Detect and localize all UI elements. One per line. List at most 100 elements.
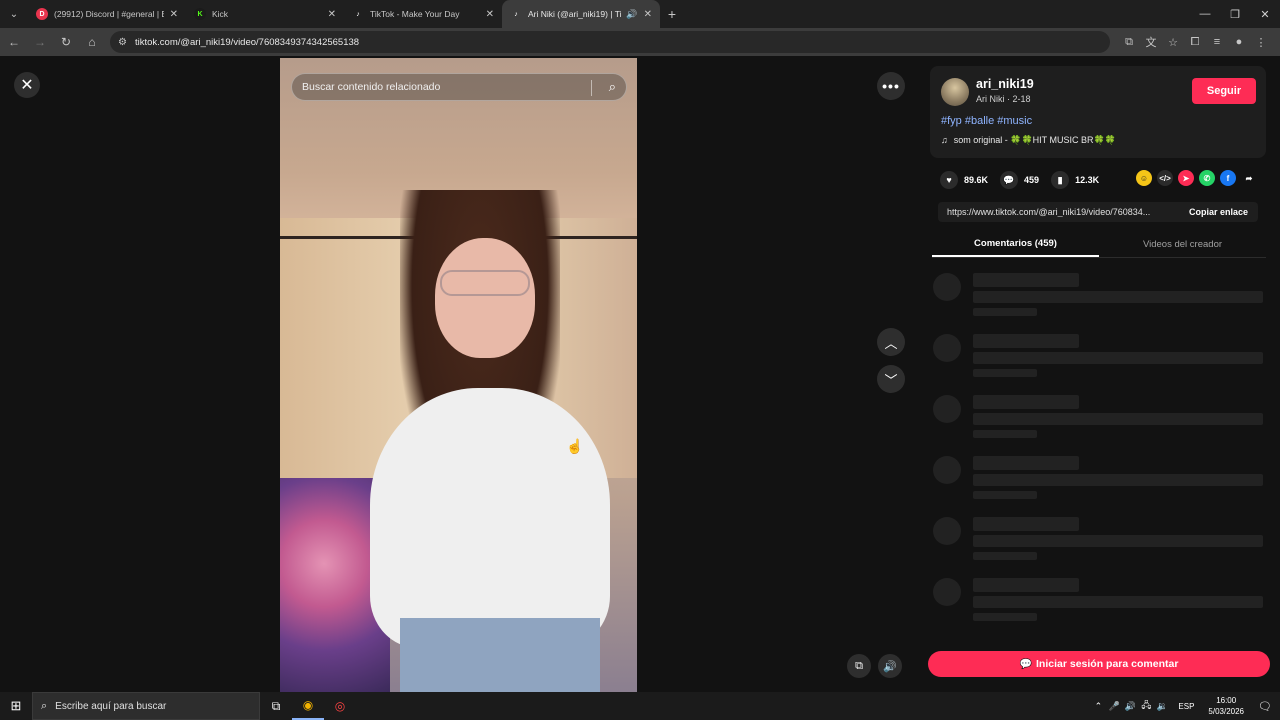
comment-count-button[interactable]: 💬 459: [1000, 171, 1039, 189]
window-close-icon[interactable]: ✕: [1250, 0, 1280, 28]
speaker-tray-icon[interactable]: 🔉: [1154, 701, 1170, 712]
login-to-comment-button[interactable]: 💬 Iniciar sesión para comentar: [928, 651, 1270, 677]
video-player[interactable]: Buscar contenido relacionado ⌕: [280, 58, 637, 692]
browser-tab-tiktok-home[interactable]: ♪ TikTok - Make Your Day ✕: [344, 0, 502, 28]
skeleton-line: [973, 491, 1037, 499]
profile-avatar-icon[interactable]: ●: [1228, 30, 1250, 54]
comment-skeleton: [932, 456, 1266, 508]
author-username[interactable]: ari_niki19: [976, 77, 1034, 91]
taskbar-search-input[interactable]: ⌕ Escribe aquí para buscar: [32, 692, 260, 720]
extensions-icon[interactable]: ⧠: [1184, 30, 1206, 54]
browser-menu-icon[interactable]: ⋮: [1250, 30, 1272, 54]
author-nickname: Ari Niki · 2-18: [976, 94, 1031, 104]
avatar[interactable]: [941, 78, 969, 106]
site-info-icon[interactable]: ⚙: [118, 37, 127, 48]
translate-icon[interactable]: 文: [1140, 30, 1162, 54]
close-video-button[interactable]: ✕: [14, 72, 40, 98]
skeleton-line: [973, 308, 1037, 316]
send-icon[interactable]: ➤: [1178, 170, 1194, 186]
skeleton-line: [973, 413, 1263, 425]
previous-video-button[interactable]: ︿: [877, 328, 905, 356]
friends-share-icon[interactable]: ☺: [1136, 170, 1152, 186]
microphone-icon[interactable]: 🎤: [1106, 701, 1122, 712]
install-app-icon[interactable]: ⧉: [1118, 30, 1140, 54]
skeleton-line: [973, 596, 1263, 608]
skeleton-line: [973, 552, 1037, 560]
network-icon[interactable]: 🖧: [1138, 698, 1154, 714]
restore-icon[interactable]: ❐: [1220, 0, 1250, 28]
share-icons: ☺ </> ➤ ✆ f ➦: [1136, 170, 1262, 186]
engagement-stats: ♥ 89.6K 💬 459 ▮ 12.3K: [940, 170, 1111, 190]
back-icon[interactable]: ←: [2, 30, 26, 54]
browser-tab-discord[interactable]: D (29912) Discord | #general | Ba ✕: [28, 0, 186, 28]
skeleton-avatar: [933, 456, 961, 484]
reload-icon[interactable]: ↻: [54, 30, 78, 54]
clock-time: 16:00: [1216, 696, 1237, 705]
video-hashtags[interactable]: #fyp #balle #music: [941, 115, 1032, 127]
related-search-input[interactable]: Buscar contenido relacionado ⌕: [291, 73, 627, 101]
heart-icon: ♥: [940, 171, 958, 189]
next-video-button[interactable]: ﹀: [877, 365, 905, 393]
like-button[interactable]: ♥ 89.6K: [940, 171, 988, 189]
minimize-icon[interactable]: —: [1190, 0, 1220, 28]
panel-tabs: Comentarios (459) Videos del creador: [932, 232, 1266, 258]
video-sound[interactable]: ♫ som original - 🍀🍀HIT MUSIC BR🍀🍀: [941, 135, 1116, 146]
speaker-icon[interactable]: 🔊: [1122, 701, 1138, 712]
skeleton-avatar: [933, 395, 961, 423]
skeleton-avatar: [933, 517, 961, 545]
comment-skeleton: [932, 273, 1266, 325]
close-icon[interactable]: ✕: [486, 9, 494, 20]
obs-icon[interactable]: ◎: [324, 692, 356, 720]
skeleton-line: [973, 273, 1079, 287]
share-link-box: https://www.tiktok.com/@ari_niki19/video…: [938, 202, 1258, 222]
skeleton-line: [973, 369, 1037, 377]
skeleton-line: [973, 456, 1079, 470]
task-view-icon[interactable]: ⧉: [260, 692, 292, 720]
close-icon[interactable]: ✕: [170, 9, 178, 20]
tab-title: Kick: [212, 9, 229, 19]
windows-start-icon[interactable]: ⊞: [0, 692, 32, 720]
tab-search-icon[interactable]: ⌄: [0, 0, 28, 28]
copy-link-button[interactable]: Copiar enlace: [1179, 207, 1258, 217]
speaker-icon[interactable]: 🔊: [626, 9, 637, 20]
video-info-card: ari_niki19 Ari Niki · 2-18 Seguir #fyp #…: [930, 66, 1266, 158]
chevron-up-icon[interactable]: ⌃: [1090, 701, 1106, 712]
address-bar[interactable]: ⚙ tiktok.com/@ari_niki19/video/760834937…: [110, 31, 1110, 53]
chat-bubble-icon: 💬: [1019, 658, 1033, 670]
share-link-url: https://www.tiktok.com/@ari_niki19/video…: [947, 207, 1151, 217]
media-controls-icon[interactable]: ≡: [1206, 30, 1228, 54]
close-icon[interactable]: ✕: [644, 9, 652, 20]
home-icon[interactable]: ⌂: [80, 30, 104, 54]
tab-comments[interactable]: Comentarios (459): [932, 232, 1099, 257]
hand-cursor-icon: ☝: [566, 438, 584, 454]
sound-title: som original - 🍀🍀HIT MUSIC BR🍀🍀: [953, 135, 1116, 145]
more-options-button[interactable]: •••: [877, 72, 905, 100]
save-button[interactable]: ▮ 12.3K: [1051, 171, 1099, 189]
window-controls: — ❐ ✕: [1190, 0, 1280, 28]
forward-icon[interactable]: →: [28, 30, 52, 54]
whatsapp-icon[interactable]: ✆: [1199, 170, 1215, 186]
floating-player-icon[interactable]: ⧉: [847, 654, 871, 678]
new-tab-button[interactable]: +: [660, 0, 684, 28]
follow-button[interactable]: Seguir: [1192, 78, 1256, 104]
search-icon[interactable]: ⌕: [609, 79, 616, 95]
taskbar-clock[interactable]: 16:00 5/03/2026: [1208, 695, 1244, 717]
clock-date: 5/03/2026: [1208, 707, 1244, 716]
video-frame-person-shirt: [370, 388, 610, 648]
facebook-icon[interactable]: f: [1220, 170, 1236, 186]
taskbar-search-placeholder: Escribe aquí para buscar: [55, 700, 167, 712]
bookmark-star-icon[interactable]: ☆: [1162, 30, 1184, 54]
embed-icon[interactable]: </>: [1157, 170, 1173, 186]
discord-icon: D: [36, 8, 48, 20]
notifications-icon[interactable]: 🗨: [1250, 700, 1280, 713]
volume-icon[interactable]: 🔊: [878, 654, 902, 678]
browser-tab-kick[interactable]: K Kick ✕: [186, 0, 344, 28]
comment-count: 459: [1024, 175, 1040, 185]
tab-creator-videos[interactable]: Videos del creador: [1099, 232, 1266, 257]
chrome-icon[interactable]: ◉: [292, 692, 324, 720]
video-frame-person-jeans: [400, 618, 600, 692]
language-indicator[interactable]: ESP: [1178, 702, 1194, 711]
browser-tab-active[interactable]: ♪ Ari Niki (@ari_niki19) | TikTo 🔊 ✕: [502, 0, 660, 28]
share-arrow-icon[interactable]: ➦: [1241, 170, 1257, 186]
close-icon[interactable]: ✕: [328, 9, 336, 20]
